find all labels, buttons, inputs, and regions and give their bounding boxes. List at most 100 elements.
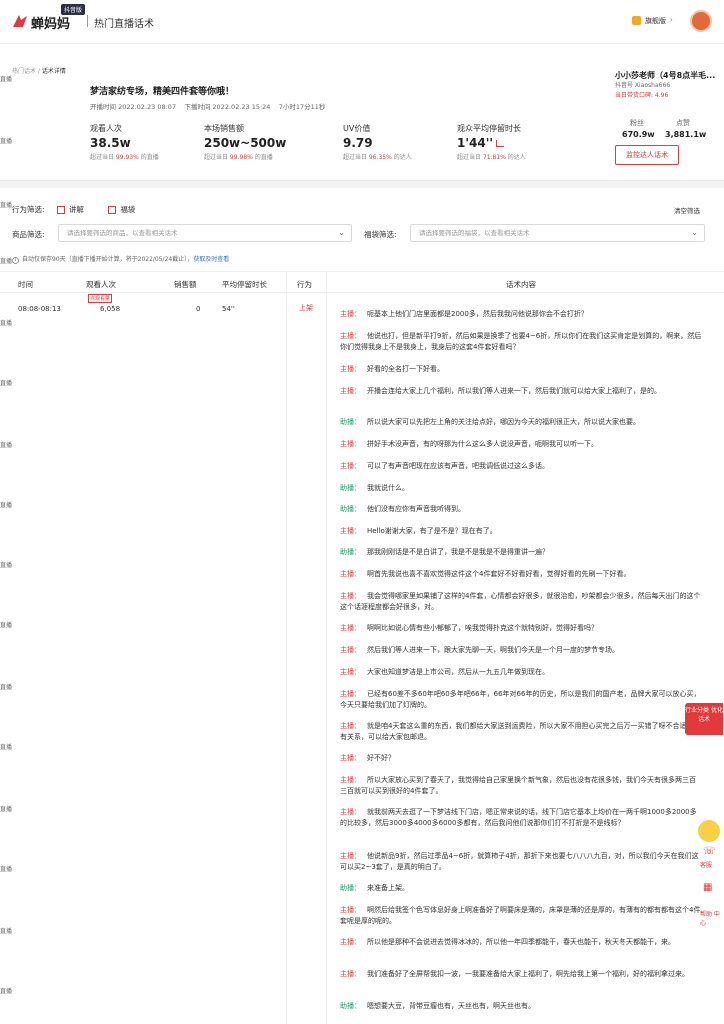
- product-select[interactable]: 请选择要筛选的商品，以查看相关话术 ⌄: [58, 224, 352, 242]
- host-speaker-label: 主播：: [340, 668, 361, 676]
- help-center-label[interactable]: 帮助 中心: [700, 910, 720, 928]
- stat-label: 观看人次: [90, 124, 122, 133]
- col-sales: 销售额: [174, 280, 197, 289]
- stat-avg-stay: 观众平均停留时长 1'44'' 超过当日 71.81% 的达人: [457, 123, 526, 161]
- stat-value: 9.79: [343, 136, 373, 150]
- bag-select[interactable]: 请选择要筛选的福袋，以查看相关话术 ⌄: [410, 224, 705, 242]
- script-line: 助播： 我就说什么。: [340, 483, 702, 494]
- cmp-pct: 96.35%: [368, 154, 392, 161]
- side-tag: 直播: [0, 138, 13, 145]
- product-select-placeholder: 请选择要筛选的商品，以查看相关话术: [67, 229, 178, 237]
- stat-compare: 超过当日 96.35% 的达人: [343, 152, 412, 161]
- script-line-text: 我就说什么。: [367, 484, 409, 492]
- script-line: 主播： 啊啊比如说心情有些小郁郁了，唉我觉得扑克这个就特别好，觉得好看吗？: [340, 623, 702, 634]
- side-tag: 直播: [0, 866, 13, 873]
- mascot-icon[interactable]: [698, 820, 720, 842]
- script-line: 助播： 所以说大家可以先把左上角的关注给点好，哪因为今天的福利很正大，所以说大家也…: [340, 417, 702, 428]
- filter-bag[interactable]: 福袋: [108, 205, 135, 214]
- script-line: 主播： 好不好？: [340, 753, 702, 764]
- qrcode-icon[interactable]: ▦: [703, 882, 712, 893]
- script-line: 主播： 好看的全名打一下好看。: [340, 364, 702, 375]
- script-line-text: 所以大家放心买到了春天了，我觉得给自己家里换个新气象，然后也没有花很多钱，我们今…: [340, 776, 696, 795]
- brand-name[interactable]: 蝉妈妈: [31, 13, 70, 32]
- chevron-right-icon[interactable]: ›: [670, 16, 673, 24]
- cell-action[interactable]: 上架: [299, 303, 313, 313]
- script-line-text: 啊首先我说也喜不喜欢觉得这件这个4件套好不好看好看，觉得好看的先刷一下好看。: [367, 570, 631, 578]
- chevron-down-icon: ⌄: [338, 228, 345, 237]
- cmp-pct: 99.93%: [115, 154, 139, 161]
- assistant-speaker-label: 助播：: [340, 548, 361, 556]
- script-line-text: 那我刚刚话是不是白讲了，我是不是我是不是得重讲一遍？: [367, 548, 549, 556]
- user-avatar[interactable]: [690, 10, 712, 32]
- anchor-reputation: 当日带货口碑: 4.96: [615, 92, 669, 99]
- side-tag: 直播: [0, 442, 13, 449]
- stat-sales: 本场销售额 250w~500w 超过当日 99.98% 的直播: [204, 123, 286, 161]
- host-speaker-label: 主播：: [340, 754, 361, 762]
- platform-badge: 抖音版: [61, 4, 86, 15]
- likes-value: 3,881.1w: [665, 130, 707, 139]
- script-line: 主播： 我会觉得哪家里如果铺了这样的4件套，心情都会好很多，就很治愈，吵架都会少很…: [340, 591, 702, 613]
- stat-compare: 超过当日 99.98% 的直播: [204, 152, 286, 161]
- host-speaker-label: 主播：: [340, 440, 361, 448]
- checkbox-icon[interactable]: [56, 206, 65, 214]
- script-line-text: 大家也知道梦洁是上市公司，然后从一九五几年做到现在。: [367, 668, 549, 676]
- fans-value: 670.9w: [622, 130, 655, 139]
- filter-explain-label: 讲解: [68, 205, 84, 214]
- chevron-down-icon: ⌄: [691, 228, 698, 237]
- logo-icon[interactable]: [12, 14, 28, 28]
- side-tag: 直播: [0, 684, 13, 691]
- stat-value: 250w~500w: [204, 136, 287, 150]
- script-line: 主播： 呃基本上他们门店里面都是2000多，然后我我问他说那你会不会打折？: [340, 309, 702, 320]
- note-text: 自动仅保存90天（直播下播开始计算，将于2022/05/24截止），: [22, 256, 194, 263]
- host-speaker-label: 主播：: [340, 938, 361, 946]
- filter-explain[interactable]: 讲解: [56, 205, 84, 214]
- script-line-text: 嗯想要大豆，背带豆瘤也有，天丝也有，啊天丝也有。: [367, 1002, 535, 1010]
- trend-icon: [496, 140, 505, 147]
- side-tag: 直播: [0, 202, 13, 209]
- headset-icon[interactable]: ☏: [703, 846, 716, 857]
- script-line: 主播： 他说新品9折，然后过季品4~6折，就算柿子4折，那折下来也要七八八八九百，…: [340, 851, 702, 873]
- behavior-filter-label: 行为筛选:: [12, 205, 45, 214]
- script-line-text: 好看的全名打一下好看。: [367, 365, 444, 373]
- cmp-prefix: 超过当日: [343, 154, 369, 161]
- clear-filters-link[interactable]: 清空筛选: [674, 205, 700, 215]
- side-tag: 直播: [0, 744, 13, 751]
- info-icon: i: [12, 257, 19, 264]
- stat-label: 本场销售额: [204, 124, 244, 133]
- host-speaker-label: 主播：: [340, 592, 361, 600]
- script-line: 主播： 就我前两天去逛了一下梦洁线下门店，嗯正常来说的话，线下门店它基本上均价在一…: [340, 807, 702, 829]
- assistant-speaker-label: 助播：: [340, 484, 361, 492]
- product-filter-label: 商品筛选:: [12, 230, 45, 239]
- cell-viewers: 6,058: [100, 305, 121, 313]
- cell-stay: 54'': [222, 305, 235, 313]
- col-stay: 平均停留时长: [222, 280, 267, 289]
- script-line-text: 已经有60差不多60年吧60多年吧66年，66年对66年的历史，所以是我们的国产…: [340, 690, 701, 709]
- script-line: 主播： 可以了有声音吧现在应该有声音，吧我调低说过这么多话。: [340, 461, 702, 472]
- plan-label[interactable]: 旗舰版: [645, 16, 666, 26]
- script-line-text: 呃基本上他们门店里面都是2000多，然后我我问他说那你会不会打折？: [367, 310, 588, 318]
- monitor-anchor-button[interactable]: 监控达人话术: [615, 145, 679, 165]
- breadcrumb-current: 话术详情: [41, 68, 66, 75]
- script-line: 助播： 嗯想要大豆，背带豆瘤也有，天丝也有，啊天丝也有。: [340, 1001, 702, 1012]
- breadcrumb-parent[interactable]: 热门话术: [12, 68, 36, 75]
- note-link[interactable]: 获取及时查看: [193, 256, 229, 263]
- checkbox-icon[interactable]: [108, 206, 117, 214]
- side-tag: 直播: [0, 76, 13, 83]
- peak-tag: 点观看量: [88, 294, 113, 303]
- script-line: 主播： 拼好手术没声音，有的呀那为什么这么多人说没声音，呃啊我可以听一下。: [340, 439, 702, 450]
- host-speaker-label: 主播：: [340, 906, 361, 914]
- side-tag: 直播: [0, 622, 13, 629]
- industry-optimize-card[interactable]: 行业分类 优化话术: [685, 703, 723, 735]
- host-speaker-label: 主播：: [340, 332, 361, 340]
- service-label[interactable]: 客服: [700, 860, 712, 869]
- script-line: 助播： 那我刚刚话是不是白讲了，我是不是我是不是得重讲一遍？: [340, 547, 702, 558]
- side-tag: 直播: [0, 320, 13, 327]
- side-tag: 直播: [0, 928, 13, 935]
- side-tag: 直播: [0, 562, 13, 569]
- cmp-suffix: 的达人: [391, 154, 412, 161]
- stat-compare: 超过当日 99.93% 的直播: [90, 152, 159, 161]
- section-title: 热门直播话术: [94, 19, 154, 30]
- duration: 7小时17分11秒: [278, 103, 326, 111]
- cmp-prefix: 超过当日: [90, 154, 116, 161]
- stat-value: 1'44'': [457, 136, 526, 150]
